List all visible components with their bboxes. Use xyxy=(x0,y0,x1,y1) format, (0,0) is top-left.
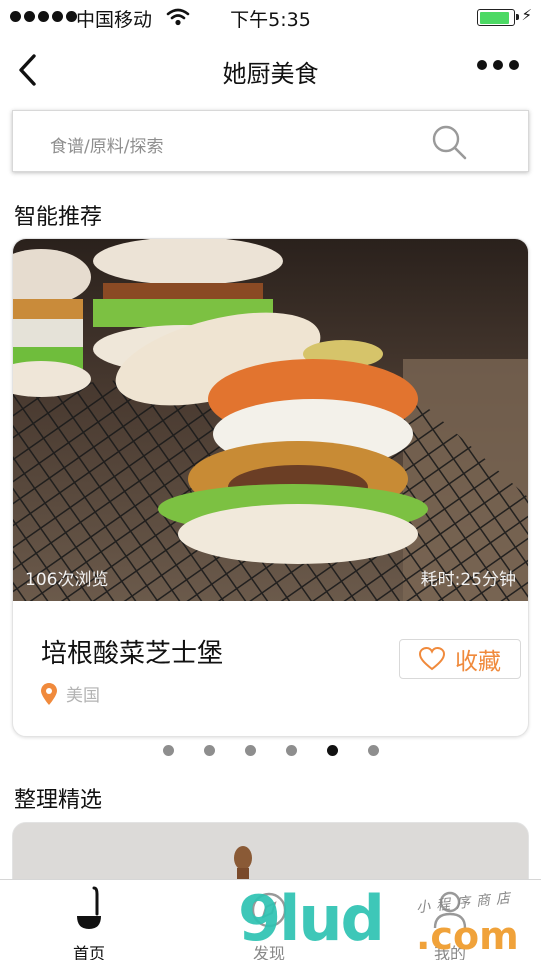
view-count: 106次浏览 xyxy=(25,570,109,590)
tab-home[interactable]: 首页 xyxy=(29,886,149,960)
charging-icon: ⚡ xyxy=(521,6,532,24)
battery-icon xyxy=(477,9,519,26)
heart-icon xyxy=(419,647,445,671)
wifi-icon xyxy=(166,8,190,26)
page-title: 她厨美食 xyxy=(222,60,319,88)
tab-bar: 首页 发现 我的 xyxy=(0,879,541,960)
carousel-dot[interactable] xyxy=(203,745,215,756)
recipe-card[interactable]: 106次浏览 耗时:25分钟 培根酸菜芝士堡 收藏 美国 xyxy=(12,238,529,737)
ladle-icon xyxy=(77,886,101,929)
recipe-name: 培根酸菜芝士堡 xyxy=(41,639,224,669)
tab-mine[interactable]: 我的 xyxy=(390,886,510,960)
cook-time: 耗时:25分钟 xyxy=(420,570,516,590)
tab-discover-label: 发现 xyxy=(252,944,285,960)
more-options-icon[interactable] xyxy=(477,60,519,70)
search-icon[interactable] xyxy=(430,123,470,163)
carousel-dot[interactable] xyxy=(285,745,297,756)
favorite-button[interactable]: 收藏 xyxy=(399,639,521,679)
carousel-dot[interactable] xyxy=(326,745,338,756)
carousel-indicator[interactable] xyxy=(0,745,541,756)
user-icon xyxy=(433,891,467,929)
compass-icon xyxy=(251,892,287,928)
tab-home-label: 首页 xyxy=(72,944,105,960)
tab-discover[interactable]: 发现 xyxy=(209,886,329,960)
recipe-photo xyxy=(13,239,528,601)
search-placeholder: 食谱/原料/探索 xyxy=(50,137,164,157)
section-title-selected: 整理精选 xyxy=(14,788,103,813)
search-input[interactable]: 食谱/原料/探索 xyxy=(12,110,529,172)
carrier-name: 中国移动 xyxy=(76,9,153,31)
recipe-location: 美国 xyxy=(41,681,100,706)
carousel-dot[interactable] xyxy=(244,745,256,756)
carousel-dot[interactable] xyxy=(162,745,174,756)
location-pin-icon xyxy=(41,682,57,705)
status-bar: 中国移动 下午5:35 ⚡ xyxy=(0,0,541,34)
carousel-dot[interactable] xyxy=(367,745,379,756)
nav-bar: 她厨美食 xyxy=(0,34,541,106)
signal-strength-icon xyxy=(10,11,77,22)
section-title-recommend: 智能推荐 xyxy=(14,205,103,230)
tab-mine-label: 我的 xyxy=(433,944,466,960)
favorite-label: 收藏 xyxy=(455,649,501,675)
location-label: 美国 xyxy=(66,686,100,706)
